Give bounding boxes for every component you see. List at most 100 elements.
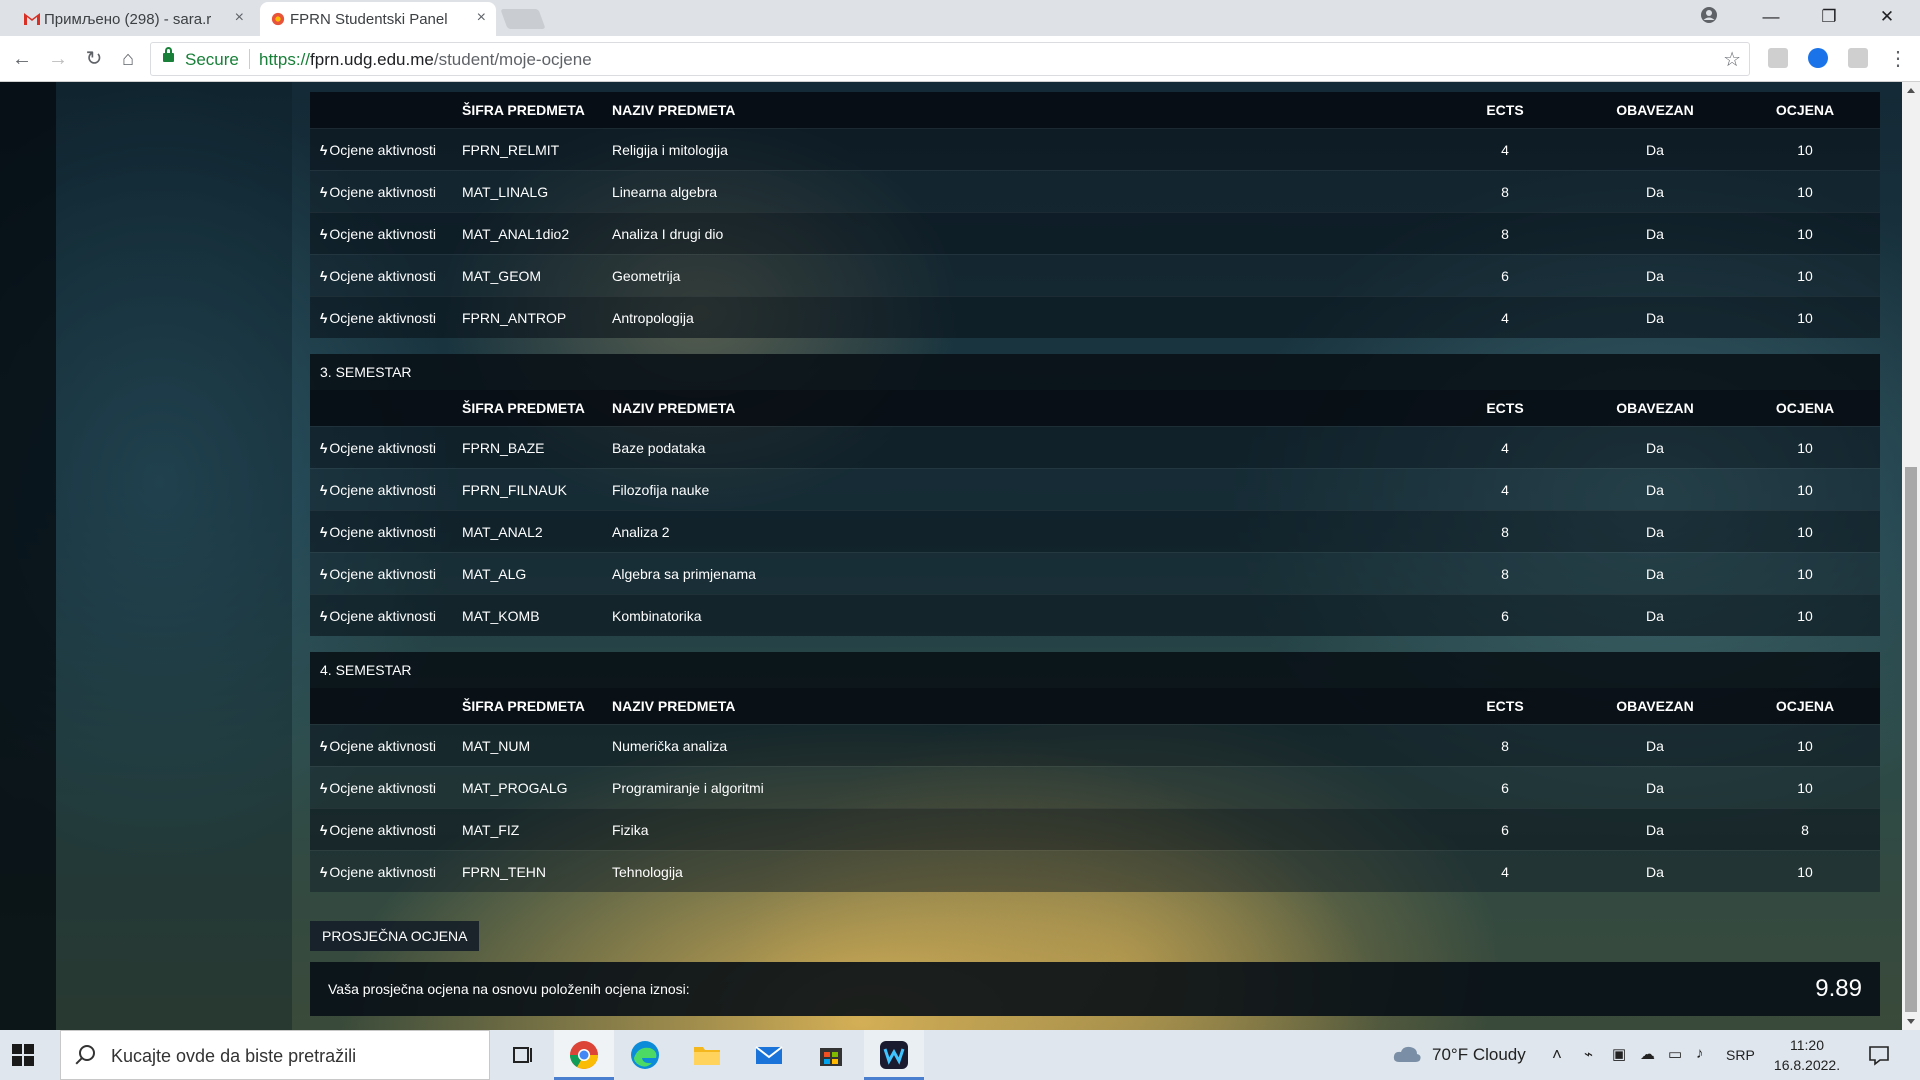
tab-gmail[interactable]: Примљено (298) - sara.r × (14, 2, 254, 36)
show-hidden-icons-icon[interactable]: ˄ (1552, 1045, 1562, 1065)
scroll-up-icon[interactable] (1907, 88, 1915, 93)
activity-grades-link[interactable]: ϟ Ocjene aktivnosti (310, 142, 462, 158)
activity-grades-link[interactable]: ϟ Ocjene aktivnosti (310, 482, 462, 498)
notifications-icon[interactable] (1868, 1044, 1890, 1066)
cloud-sync-icon[interactable]: ☁ (1640, 1045, 1655, 1063)
activity-grades-link[interactable]: ϟ Ocjene aktivnosti (310, 440, 462, 456)
activity-grades-link[interactable]: ϟ Ocjene aktivnosti (310, 566, 462, 582)
close-tab-icon[interactable]: × (477, 9, 486, 27)
table-row: ϟ Ocjene aktivnosti MAT_KOMB Kombinatorik… (310, 594, 1880, 636)
table-row: ϟ Ocjene aktivnosti FPRN_TEHN Tehnologija… (310, 850, 1880, 892)
bookmark-star-icon[interactable]: ☆ (1723, 47, 1741, 72)
extension-icon[interactable] (1768, 48, 1788, 68)
semester-title: 3. SEMESTAR (310, 354, 1880, 390)
page-scrollbar[interactable] (1902, 82, 1920, 1030)
address-bar[interactable]: Secure https://fprn.udg.edu.me/student/m… (150, 42, 1750, 76)
windows-start-icon[interactable] (12, 1044, 34, 1066)
store-icon[interactable] (814, 1038, 848, 1072)
average-grade-label: PROSJEČNA OCJENA (310, 921, 480, 951)
scrollbar-thumb[interactable] (1905, 467, 1917, 1012)
url-text[interactable]: https://fprn.udg.edu.me/student/moje-ocj… (259, 50, 592, 70)
tab-fprn[interactable]: FPRN Studentski Panel × (260, 2, 496, 36)
battery-icon[interactable]: ▭ (1668, 1045, 1682, 1063)
table-row: ϟ Ocjene aktivnosti MAT_LINALG Linearna a… (310, 170, 1880, 212)
forward-icon[interactable]: → (44, 45, 72, 73)
browser-toolbar: ← → ↻ ⌂ Secure https://fprn.udg.edu.me/s… (0, 36, 1920, 82)
activity-grades-link[interactable]: ϟ Ocjene aktivnosti (310, 524, 462, 540)
lock-icon (163, 47, 174, 62)
profile-icon[interactable] (1700, 6, 1718, 24)
language-indicator[interactable]: SRP (1726, 1047, 1755, 1063)
clock-date: 16.8.2022. (1773, 1057, 1841, 1073)
activity-grades-link[interactable]: ϟ Ocjene aktivnosti (310, 864, 462, 880)
activity-grades-link[interactable]: ϟ Ocjene aktivnosti (310, 822, 462, 838)
table-row: ϟ Ocjene aktivnosti MAT_FIZ Fizika 6 Da 8 (310, 808, 1880, 850)
table-header: ŠIFRA PREDMETA NAZIV PREDMETA ECTS OBAVE… (310, 688, 1880, 724)
scroll-down-icon[interactable] (1907, 1019, 1915, 1024)
bolt-icon: ϟ (320, 309, 328, 326)
search-icon (79, 1045, 95, 1061)
activity-grades-link[interactable]: ϟ Ocjene aktivnosti (310, 738, 462, 754)
table-header: ŠIFRA PREDMETA NAZIV PREDMETA ECTS OBAVE… (310, 390, 1880, 426)
bolt-icon: ϟ (320, 607, 328, 624)
close-tab-icon[interactable]: × (235, 9, 244, 27)
network-icon[interactable]: ⌁ (1584, 1045, 1593, 1063)
extension-icon[interactable] (1848, 48, 1868, 68)
activity-grades-link[interactable]: ϟ Ocjene aktivnosti (310, 184, 462, 200)
new-tab-button[interactable] (500, 9, 546, 29)
average-grade-value: 9.89 (1815, 975, 1862, 1002)
gmail-icon (24, 13, 40, 25)
menu-icon[interactable]: ⋮ (1884, 45, 1912, 73)
activity-grades-link[interactable]: ϟ Ocjene aktivnosti (310, 780, 462, 796)
back-icon[interactable]: ← (8, 45, 36, 73)
chrome-icon[interactable] (567, 1038, 601, 1072)
webex-icon[interactable] (877, 1038, 911, 1072)
close-window-icon[interactable]: ✕ (1858, 0, 1916, 36)
bolt-icon: ϟ (320, 565, 328, 582)
semester-block: ŠIFRA PREDMETA NAZIV PREDMETA ECTS OBAVE… (310, 92, 1880, 338)
bolt-icon: ϟ (320, 225, 328, 242)
tab-label: Примљено (298) - sara.r (44, 10, 212, 28)
maximize-icon[interactable]: ❐ (1800, 0, 1858, 36)
bolt-icon: ϟ (320, 821, 328, 838)
bolt-icon: ϟ (320, 183, 328, 200)
table-row: ϟ Ocjene aktivnosti FPRN_ANTROP Antropolo… (310, 296, 1880, 338)
activity-grades-link[interactable]: ϟ Ocjene aktivnosti (310, 608, 462, 624)
clock[interactable]: 11:20 16.8.2022. (1772, 1035, 1842, 1075)
extension-search-icon[interactable] (1808, 48, 1828, 68)
bolt-icon: ϟ (320, 523, 328, 540)
semester-block: 3. SEMESTAR ŠIFRA PREDMETA NAZIV PREDMET… (310, 354, 1880, 636)
bolt-icon: ϟ (320, 779, 328, 796)
minimize-icon[interactable]: — (1742, 0, 1800, 36)
table-row: ϟ Ocjene aktivnosti FPRN_BAZE Baze podata… (310, 426, 1880, 468)
tab-label: FPRN Studentski Panel (290, 10, 448, 28)
secure-label: Secure (185, 50, 239, 69)
activity-grades-link[interactable]: ϟ Ocjene aktivnosti (310, 268, 462, 284)
weather-text[interactable]: 70°F Cloudy (1432, 1045, 1526, 1065)
volume-icon[interactable]: ♪ (1696, 1045, 1704, 1062)
table-header: ŠIFRA PREDMETA NAZIV PREDMETA ECTS OBAVE… (310, 92, 1880, 128)
edge-icon[interactable] (628, 1038, 662, 1072)
activity-grades-link[interactable]: ϟ Ocjene aktivnosti (310, 310, 462, 326)
semester-title: 4. SEMESTAR (310, 652, 1880, 688)
bolt-icon: ϟ (320, 481, 328, 498)
browser-tab-strip: Примљено (298) - sara.r × FPRN Studentsk… (0, 0, 1920, 36)
task-view-icon[interactable] (505, 1038, 539, 1072)
table-row: ϟ Ocjene aktivnosti MAT_GEOM Geometrija 6… (310, 254, 1880, 296)
site-icon (271, 12, 285, 26)
onedrive-icon[interactable]: ▣ (1612, 1045, 1626, 1063)
activity-grades-link[interactable]: ϟ Ocjene aktivnosti (310, 226, 462, 242)
mail-icon[interactable] (752, 1038, 786, 1072)
reload-icon[interactable]: ↻ (80, 45, 108, 73)
taskbar-search-input[interactable]: Kucajte ovde da biste pretražili (60, 1030, 490, 1080)
bolt-icon: ϟ (320, 737, 328, 754)
table-row: ϟ Ocjene aktivnosti FPRN_RELMIT Religija … (310, 128, 1880, 170)
file-explorer-icon[interactable] (690, 1038, 724, 1072)
table-row: ϟ Ocjene aktivnosti MAT_PROGALG Programir… (310, 766, 1880, 808)
table-row: ϟ Ocjene aktivnosti MAT_NUM Numerička ana… (310, 724, 1880, 766)
home-icon[interactable]: ⌂ (114, 45, 142, 73)
table-row: ϟ Ocjene aktivnosti MAT_ANAL1dio2 Analiza… (310, 212, 1880, 254)
page-content: ŠIFRA PREDMETA NAZIV PREDMETA ECTS OBAVE… (0, 82, 1920, 1030)
taskbar: Kucajte ovde da biste pretražili 70°F Cl… (0, 1030, 1920, 1080)
bolt-icon: ϟ (320, 267, 328, 284)
